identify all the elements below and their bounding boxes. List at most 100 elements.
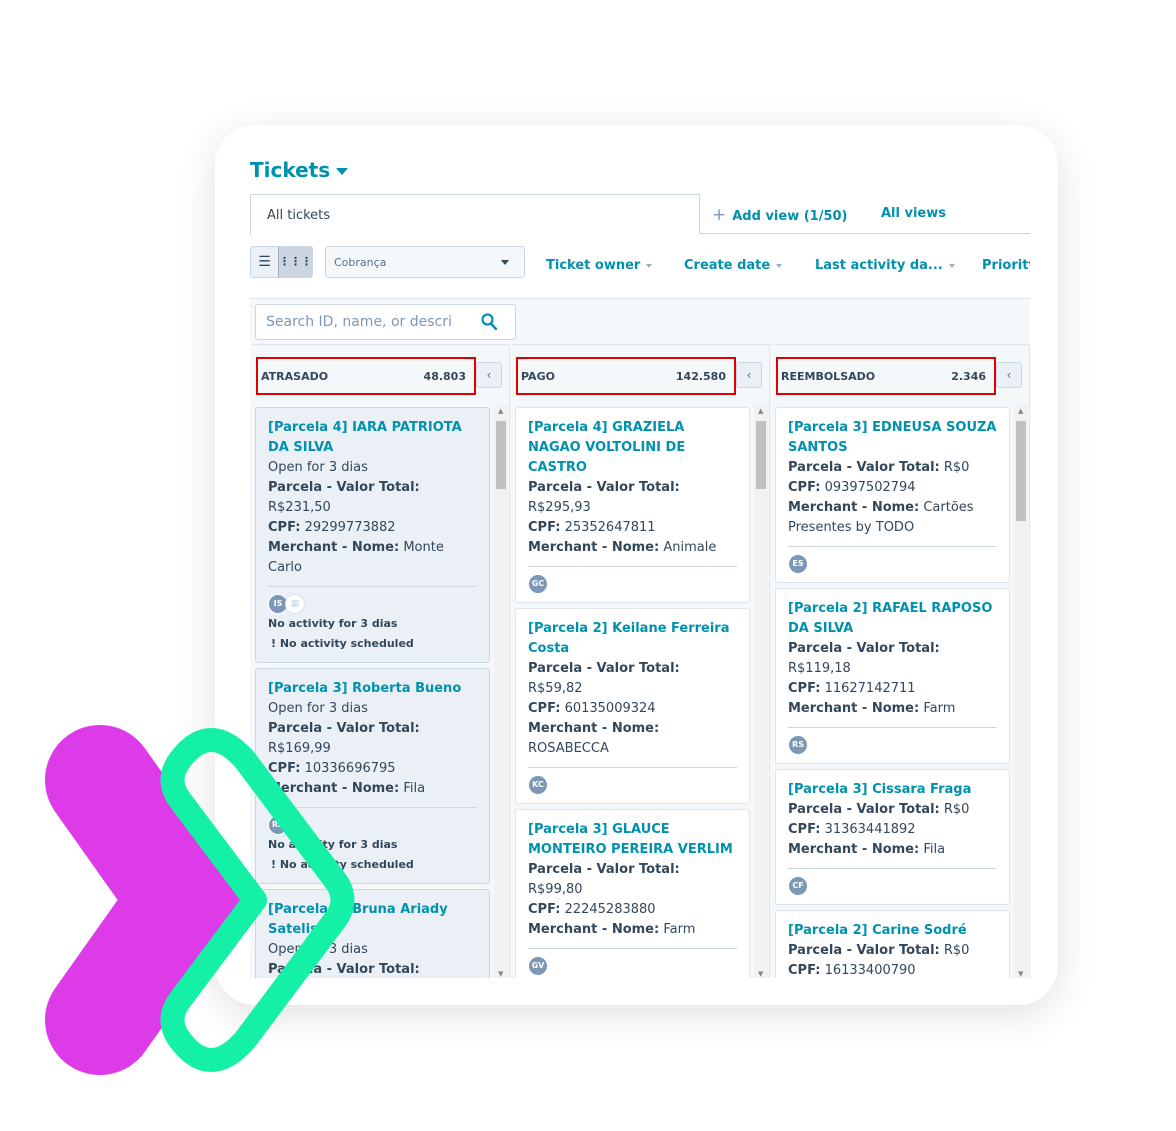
ticket-title[interactable]: [Parcela 3] Cissara Fraga	[788, 780, 997, 800]
field-value: Farm	[663, 922, 696, 937]
list-view-button[interactable]: ☰	[251, 247, 278, 277]
merchant-field: Merchant - Nome: Monte Carlo	[268, 538, 477, 578]
field-value: R$59,82	[528, 681, 583, 696]
filter-priority[interactable]: Priority	[982, 258, 1030, 273]
ticket-card[interactable]: [Parcela 3] Roberta Bueno Open for 3 dias…	[255, 668, 490, 884]
pipeline-select[interactable]: Cobrança	[325, 246, 525, 278]
scrollbar-thumb[interactable]	[496, 421, 506, 489]
ticket-title[interactable]: [Parcela 3] GLAUCE MONTEIRO PEREIRA VERL…	[528, 820, 737, 860]
scrollbar-thumb[interactable]	[1016, 421, 1026, 521]
field-value: 25352647811	[564, 520, 656, 535]
collapse-column-button[interactable]: ‹	[736, 362, 762, 388]
scroll-down-icon[interactable]: ▼	[498, 970, 503, 978]
field-label: Parcela - Valor Total:	[788, 802, 940, 817]
valor-field: Parcela - Valor Total: R$119,18	[788, 639, 997, 679]
card-footer: CF	[788, 868, 997, 896]
caret-down-icon	[948, 263, 955, 268]
ticket-title[interactable]: [Parcela 2] Bruna Ariady Satelis	[268, 900, 477, 940]
merchant-field: Merchant - Nome: ROSABECCA	[528, 719, 737, 759]
search-icon[interactable]	[481, 313, 498, 334]
card-footer: RB ▦	[268, 807, 477, 835]
merchant-field: Merchant - Nome: Fila	[788, 840, 997, 860]
valor-field: Parcela - Valor Total: R$295,93	[528, 478, 737, 518]
page-title[interactable]: Tickets	[250, 158, 349, 182]
ticket-title[interactable]: [Parcela 3] EDNEUSA SOUZA SANTOS	[788, 418, 997, 458]
ticket-card[interactable]: [Parcela 2] Keilane Ferreira Costa Parcel…	[515, 608, 750, 804]
scroll-up-icon[interactable]: ▲	[1018, 407, 1023, 415]
card-list: [Parcela 3] EDNEUSA SOUZA SANTOS Parcela …	[775, 407, 1010, 978]
scrollbar-thumb[interactable]	[756, 421, 766, 489]
filter-ticket-owner[interactable]: Ticket owner	[546, 258, 653, 273]
card-footer: RS	[788, 727, 997, 755]
ticket-card[interactable]: [Parcela 3] EDNEUSA SOUZA SANTOS Parcela …	[775, 407, 1010, 583]
all-views-link[interactable]: All views	[881, 206, 946, 221]
add-view-button[interactable]: + Add view (1/50)	[712, 205, 848, 225]
cpf-field: CPF: 22245283880	[528, 900, 737, 920]
scroll-down-icon[interactable]: ▼	[758, 970, 763, 978]
field-label: Parcela - Valor Total:	[788, 460, 940, 475]
field-label: Parcela - Valor Total:	[268, 962, 420, 977]
ticket-card[interactable]: [Parcela 4] IARA PATRIOTA DA SILVA Open f…	[255, 407, 490, 663]
filter-label: Ticket owner	[546, 258, 641, 273]
ticket-title[interactable]: [Parcela 2] Keilane Ferreira Costa	[528, 619, 737, 659]
field-label: Merchant - Nome:	[788, 842, 920, 857]
calendar-icon: ▦	[285, 594, 305, 614]
caret-down-icon	[501, 260, 509, 265]
field-value: R$0	[943, 802, 970, 817]
field-value: 11627142711	[824, 681, 916, 696]
ticket-card[interactable]: [Parcela 3] Cissara Fraga Parcela - Valor…	[775, 769, 1010, 905]
ticket-title[interactable]: [Parcela 3] Roberta Bueno	[268, 679, 477, 699]
scroll-up-icon[interactable]: ▲	[498, 407, 503, 415]
ticket-card[interactable]: [Parcela 2] RAFAEL RAPOSO DA SILVA Parcel…	[775, 588, 1010, 764]
field-value: R$119,18	[788, 661, 851, 676]
field-label: CPF:	[788, 822, 821, 837]
card-list: [Parcela 4] GRAZIELA NAGAO VOLTOLINI DE …	[515, 407, 750, 978]
field-label: Merchant - Nome:	[528, 540, 660, 555]
card-footer: IS ▦	[268, 586, 477, 614]
ticket-card[interactable]: [Parcela 4] GRAZIELA NAGAO VOLTOLINI DE …	[515, 407, 750, 603]
ticket-title[interactable]: [Parcela 2] Carine Sodré	[788, 921, 997, 941]
board-view-button[interactable]: ⋮⋮⋮	[278, 247, 312, 277]
valor-field: Parcela - Valor Total: R$0	[788, 458, 997, 478]
open-duration: Open for 3 dias	[268, 701, 368, 716]
column-scrollbar[interactable]: ▲ ▼	[494, 405, 508, 978]
tab-divider	[700, 233, 1030, 234]
avatar[interactable]: GC	[528, 574, 548, 594]
merchant-field: Merchant - Nome: Fila	[268, 779, 477, 799]
filter-last-activity[interactable]: Last activity da...	[815, 258, 955, 273]
field-value: R$0	[943, 460, 970, 475]
collapse-column-button[interactable]: ‹	[476, 362, 502, 388]
field-value: 60135009324	[564, 701, 656, 716]
field-value: Fila	[403, 781, 426, 796]
avatar[interactable]: CF	[788, 876, 808, 896]
ticket-title[interactable]: [Parcela 2] RAFAEL RAPOSO DA SILVA	[788, 599, 997, 639]
field-label: Merchant - Nome:	[268, 540, 400, 555]
filter-create-date[interactable]: Create date	[684, 258, 783, 273]
field-value: 10336696795	[304, 761, 396, 776]
scroll-up-icon[interactable]: ▲	[758, 407, 763, 415]
avatar[interactable]: ES	[788, 554, 808, 574]
column-scrollbar[interactable]: ▲ ▼	[754, 405, 768, 978]
tickets-board-view: Tickets All tickets + Add view (1/50) All…	[250, 150, 1030, 978]
scroll-down-icon[interactable]: ▼	[1018, 970, 1023, 978]
avatar[interactable]: RS	[788, 735, 808, 755]
search-input[interactable]: Search ID, name, or descri	[255, 304, 516, 340]
avatar[interactable]: GV	[528, 956, 548, 976]
merchant-field: Merchant - Nome: Farm	[528, 920, 737, 940]
field-label: Parcela - Valor Total:	[788, 943, 940, 958]
tab-all-tickets[interactable]: All tickets	[250, 194, 700, 234]
cpf-field: CPF: 11627142711	[788, 679, 997, 699]
field-label: CPF:	[788, 480, 821, 495]
ticket-card[interactable]: [Parcela 3] GLAUCE MONTEIRO PEREIRA VERL…	[515, 809, 750, 978]
ticket-title[interactable]: [Parcela 4] GRAZIELA NAGAO VOLTOLINI DE …	[528, 418, 737, 478]
ticket-card[interactable]: [Parcela 2] Bruna Ariady Satelis Open for…	[255, 889, 490, 978]
collapse-column-button[interactable]: ‹	[996, 362, 1022, 388]
avatar[interactable]: KC	[528, 775, 548, 795]
column-scrollbar[interactable]: ▲ ▼	[1014, 405, 1028, 978]
ticket-card[interactable]: [Parcela 2] Carine Sodré Parcela - Valor …	[775, 910, 1010, 978]
search-placeholder: Search ID, name, or descri	[266, 314, 452, 330]
activity-status: No activity for 3 dias	[268, 617, 398, 630]
chevron-left-icon: ‹	[486, 368, 492, 382]
field-label: Merchant - Nome:	[528, 922, 660, 937]
ticket-title[interactable]: [Parcela 4] IARA PATRIOTA DA SILVA	[268, 418, 477, 458]
